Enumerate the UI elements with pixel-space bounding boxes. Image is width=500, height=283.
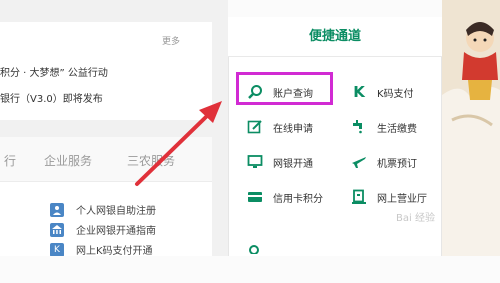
watermark: Bai 经验 [396,213,435,224]
decoration-illustration [442,0,500,283]
annotation-arrow [135,101,222,186]
footer-strip [0,256,500,283]
